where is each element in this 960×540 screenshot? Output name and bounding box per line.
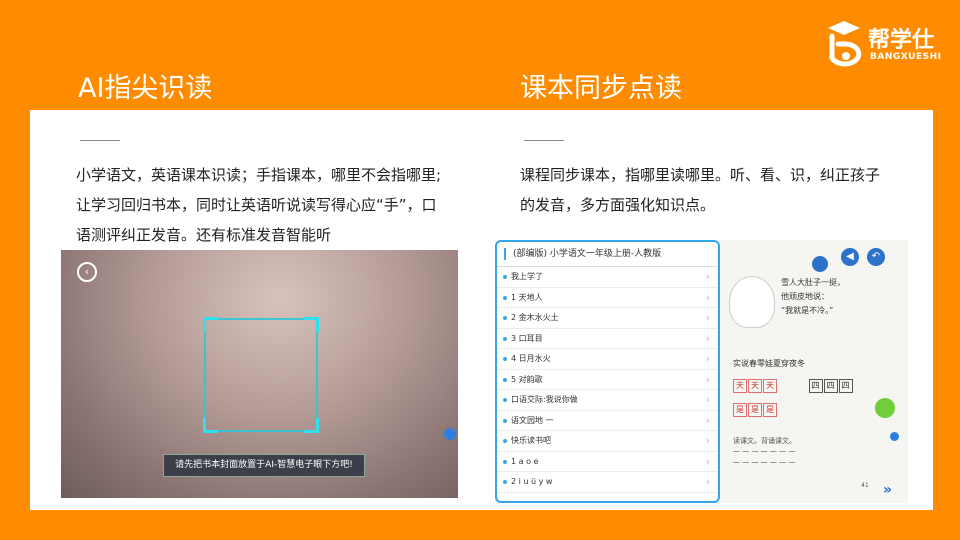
book-app-icon[interactable] bbox=[875, 398, 895, 418]
lesson-item[interactable]: 快乐读书吧 bbox=[497, 431, 718, 452]
camera-icon[interactable] bbox=[444, 428, 456, 440]
menu-grid-icon[interactable] bbox=[812, 256, 828, 272]
lesson-item[interactable]: 我上学了 bbox=[497, 267, 718, 288]
lesson-item[interactable]: 4 日月水火 bbox=[497, 349, 718, 370]
lesson-list: (部编版) 小学语文一年级上册-人教版 我上学了1 天地人2 金木水火土3 口耳… bbox=[495, 240, 720, 503]
lesson-item[interactable]: 口语交际:我说你做 bbox=[497, 390, 718, 411]
lesson-item[interactable]: 1 天地人 bbox=[497, 288, 718, 308]
camera-screenshot: ‹ 请先把书本封面放置于AI-智慧电子眼下方吧! bbox=[61, 250, 458, 498]
left-divider bbox=[80, 140, 120, 141]
scan-frame bbox=[203, 317, 319, 433]
lesson-item[interactable]: 3 口耳目 bbox=[497, 329, 718, 349]
snowman-illustration bbox=[729, 276, 775, 328]
next-page-icon[interactable]: » bbox=[883, 482, 892, 498]
left-description: 小学语文，英语课本识读；手指课本，哪里不会指哪里;让学习回归书本，同时让英语听说… bbox=[76, 166, 442, 244]
right-description: 课程同步课本，指哪里读哪里。听、看、识，纠正孩子的发音，多方面强化知识点。 bbox=[520, 166, 881, 214]
logo-text: 帮学仕 bbox=[868, 28, 935, 53]
page-lines: 读课文。背诵课文。 一 一 一 一 一 一 一 一 一 一 一 一 一 一 bbox=[733, 437, 796, 467]
camera-tip: 请先把书本封面放置于AI-智慧电子眼下方吧! bbox=[163, 454, 365, 477]
textbook-screenshot: (部编版) 小学语文一年级上册-人教版 我上学了1 天地人2 金木水火土3 口耳… bbox=[495, 240, 908, 503]
brand-logo: 帮学仕 BANGXUESHI bbox=[822, 18, 942, 74]
lesson-item[interactable]: 语文园地 一 bbox=[497, 411, 718, 431]
right-title: 课本同步点读 bbox=[520, 73, 682, 104]
left-title: AI指尖识读 bbox=[78, 73, 213, 104]
lesson-item[interactable]: 2 金木水火土 bbox=[497, 308, 718, 329]
logo-mark-icon bbox=[828, 21, 862, 67]
logo-subtext: BANGXUESHI bbox=[870, 52, 942, 62]
page-number: 41 bbox=[861, 482, 869, 489]
lesson-item[interactable]: 1 a o e bbox=[497, 452, 718, 472]
lesson-item[interactable]: 5 对韵歌 bbox=[497, 370, 718, 390]
textbook-page: ◀ ↶ 雪人大肚子一挺， 他顽皮地说： “我就是不冷。” 实说春零娃夏穿夜冬 天… bbox=[723, 240, 908, 503]
page-text: 雪人大肚子一挺， 他顽皮地说： “我就是不冷。” bbox=[781, 278, 845, 315]
lesson-list-title: (部编版) 小学语文一年级上册-人教版 bbox=[497, 242, 718, 267]
back-icon[interactable]: ‹ bbox=[77, 262, 97, 282]
audio-icon[interactable]: ◀ bbox=[841, 248, 859, 266]
lesson-item[interactable]: 2 i u ü y w bbox=[497, 472, 718, 493]
back-arrow-icon[interactable]: ↶ bbox=[867, 248, 885, 266]
right-divider bbox=[524, 140, 564, 141]
